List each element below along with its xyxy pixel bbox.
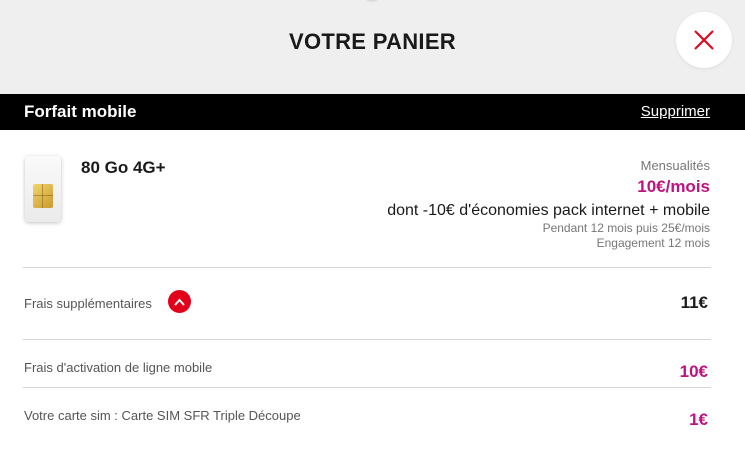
fee-label: Frais supplémentaires: [24, 296, 152, 311]
fee-row-extra: Frais supplémentaires 11€: [0, 268, 745, 338]
page-title: VOTRE PANIER: [289, 29, 456, 54]
close-icon: [694, 30, 714, 50]
discount-text: dont -10€ d'économies pack internet + mo…: [387, 202, 710, 219]
price-block: Mensualités 10€/mois dont -10€ d'économi…: [387, 158, 710, 251]
sim-chip: [33, 184, 53, 208]
fee-label: Votre carte sim : Carte SIM SFR Triple D…: [24, 408, 301, 423]
fee-amount: 1€: [689, 410, 708, 429]
section-title: Forfait mobile: [24, 102, 137, 121]
product-name: 80 Go 4G+: [81, 158, 166, 177]
fee-row-sim: Votre carte sim : Carte SIM SFR Triple D…: [0, 388, 745, 454]
cart-header: VOTRE PANIER: [0, 0, 745, 94]
fee-amount: 11€: [680, 293, 708, 312]
commitment-note: Engagement 12 mois: [596, 236, 710, 250]
remove-link[interactable]: Supprimer: [641, 103, 710, 120]
product-item: 80 Go 4G+ Mensualités 10€/mois dont -10€…: [0, 130, 745, 268]
fee-amount: 10€: [679, 362, 708, 381]
period-note: Pendant 12 mois puis 25€/mois: [542, 221, 710, 235]
price-label: Mensualités: [640, 158, 710, 173]
fee-row-activation: Frais d'activation de ligne mobile 10€: [0, 340, 745, 387]
chevron-up-icon: [174, 298, 185, 306]
drag-handle: [362, 0, 382, 2]
sim-card-icon: [25, 156, 61, 222]
section-bar: Forfait mobile Supprimer: [0, 94, 745, 130]
monthly-price: 10€/mois: [637, 177, 710, 196]
toggle-details-button[interactable]: [168, 290, 191, 313]
close-button[interactable]: [676, 12, 732, 68]
fee-label: Frais d'activation de ligne mobile: [24, 360, 213, 375]
